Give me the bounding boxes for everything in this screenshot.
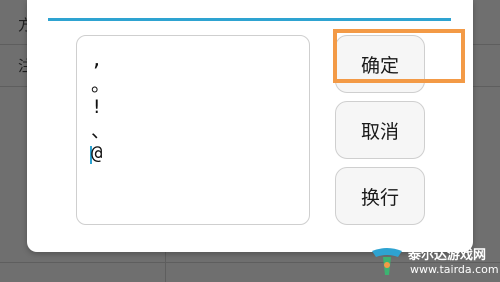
newline-button[interactable]: 换行 [335, 167, 425, 225]
text-line: ! [91, 96, 103, 118]
watermark-name: 泰尔达游戏网 [408, 248, 487, 263]
watermark: 泰尔达游戏网 www.tairda.com [370, 243, 500, 279]
symbol-input-dialog: , 。 ! 、 @ 确定 取消 换行 [27, 0, 473, 252]
text-line: 。 [91, 74, 111, 96]
text-line: , [91, 49, 103, 71]
text-line: 、 [91, 120, 111, 142]
cancel-button[interactable]: 取消 [335, 101, 425, 159]
watermark-url: www.tairda.com [410, 263, 499, 276]
confirm-button[interactable]: 确定 [335, 35, 425, 93]
input-underline [48, 18, 451, 21]
text-line: @ [91, 142, 103, 164]
symbol-textarea[interactable]: , 。 ! 、 @ [76, 35, 310, 225]
watermark-logo-icon [372, 248, 402, 275]
